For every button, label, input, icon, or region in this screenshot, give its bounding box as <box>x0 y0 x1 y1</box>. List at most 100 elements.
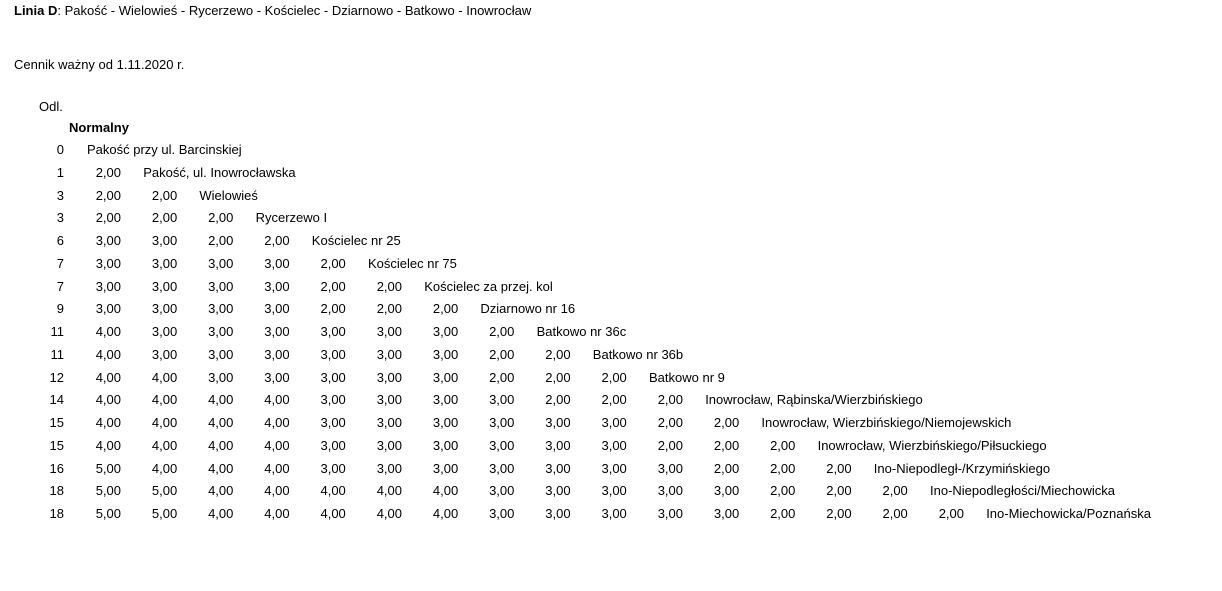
price-cell: 4,00 <box>151 460 178 476</box>
price-cell: 3,00 <box>320 460 346 476</box>
price-cell: 4,00 <box>95 415 121 430</box>
price-cell: 4,00 <box>376 506 402 521</box>
price-cell: 4,00 <box>95 324 121 339</box>
price-cell: 3,00 <box>545 483 571 499</box>
price-cell: 3,00 <box>657 460 683 476</box>
stop-name-cell: Rycerzewo I <box>255 210 328 226</box>
price-cell: 2,00 <box>770 483 796 499</box>
price-cell: 3,00 <box>208 324 234 339</box>
price-cell: 2,00 <box>770 460 796 476</box>
distance-cell: 14 <box>49 392 64 408</box>
price-cell: 2,00 <box>826 506 852 521</box>
price-cell: 4,00 <box>376 483 402 499</box>
stop-name-cell: Batkowo nr 36b <box>592 346 684 362</box>
price-cell: 2,00 <box>713 460 740 476</box>
price-cell: 2,00 <box>657 437 683 453</box>
price-cell: 5,00 <box>95 460 121 476</box>
price-cell: 2,00 <box>826 483 852 499</box>
price-cell: 5,00 <box>95 506 121 521</box>
stop-name-cell: Kościelec nr 75 <box>368 255 457 271</box>
price-cell: 3,00 <box>601 437 627 453</box>
price-cell: 2,00 <box>151 187 178 203</box>
price-cell: 4,00 <box>320 483 346 499</box>
price-cell: 3,00 <box>601 506 627 521</box>
price-cell: 3,00 <box>151 233 178 248</box>
distance-cell: 15 <box>49 415 64 430</box>
distance-cell: 18 <box>49 506 64 521</box>
price-cell: 3,00 <box>657 483 683 499</box>
price-cell: 4,00 <box>264 437 290 453</box>
distance-cell: 11 <box>50 346 65 362</box>
price-cell: 4,00 <box>264 415 290 430</box>
price-cell: 2,00 <box>713 437 740 453</box>
stop-name-cell: Kościelec nr 25 <box>311 233 401 248</box>
price-cell: 3,00 <box>376 369 402 385</box>
price-cell: 2,00 <box>657 415 683 430</box>
price-cell: 2,00 <box>208 233 234 248</box>
price-cell: 3,00 <box>320 437 346 453</box>
price-cell: 3,00 <box>95 255 121 271</box>
price-cell: 2,00 <box>826 460 852 476</box>
price-cell: 2,00 <box>770 437 796 453</box>
price-cell: 2,00 <box>489 369 515 385</box>
price-cell: 4,00 <box>264 392 290 408</box>
price-cell: 2,00 <box>95 187 121 203</box>
price-cell: 3,00 <box>208 278 234 294</box>
price-cell: 3,00 <box>264 278 290 294</box>
price-cell: 3,00 <box>95 278 121 294</box>
price-cell: 2,00 <box>938 506 964 521</box>
price-cell: 2,00 <box>489 324 515 339</box>
price-cell: 3,00 <box>601 415 627 430</box>
price-cell: 3,00 <box>151 278 178 294</box>
stop-name-cell: Dziarnowo nr 16 <box>480 301 576 317</box>
price-cell: 3,00 <box>208 346 234 362</box>
price-cell: 3,00 <box>432 369 459 385</box>
price-cell: 4,00 <box>264 460 290 476</box>
distance-cell: 1 <box>56 164 64 180</box>
price-cell: 3,00 <box>489 415 515 430</box>
price-cell: 3,00 <box>489 483 515 499</box>
price-cell: 2,00 <box>264 233 290 248</box>
price-cell: 3,00 <box>208 255 234 271</box>
distance-cell: 3 <box>56 210 64 226</box>
price-cell: 3,00 <box>320 324 346 339</box>
price-cell: 3,00 <box>432 460 459 476</box>
price-cell: 3,00 <box>376 415 402 430</box>
stop-name-cell: Ino-Niepodległ-/Krzymińskiego <box>873 460 1051 476</box>
stop-name-cell: Ino-Miechowicka/Poznańska <box>986 506 1151 521</box>
price-cell: 3,00 <box>320 369 346 385</box>
price-cell: 2,00 <box>376 278 402 294</box>
price-cell: 3,00 <box>95 301 121 317</box>
distance-cell: 11 <box>50 324 65 339</box>
stop-name-cell: Inowrocław, Rąbinska/Wierzbińskiego <box>705 392 923 408</box>
stop-name-cell: Batkowo nr 9 <box>649 369 725 385</box>
price-cell: 3,00 <box>264 369 290 385</box>
price-cell: 3,00 <box>601 483 627 499</box>
price-cell: 2,00 <box>95 164 121 180</box>
price-cell: 2,00 <box>151 210 178 226</box>
price-cell: 2,00 <box>545 346 571 362</box>
distance-cell: 18 <box>49 483 64 499</box>
stop-name-cell: Kościelec za przej. kol <box>424 278 553 294</box>
price-cell: 4,00 <box>320 506 346 521</box>
price-cell: 5,00 <box>95 483 121 499</box>
price-cell: 3,00 <box>264 324 290 339</box>
distance-cell: 12 <box>49 369 64 385</box>
price-cell: 3,00 <box>151 255 178 271</box>
price-cell: 2,00 <box>489 346 515 362</box>
price-cell: 3,00 <box>208 301 234 317</box>
price-cell: 4,00 <box>151 369 178 385</box>
price-cell: 3,00 <box>545 415 571 430</box>
price-cell: 2,00 <box>713 415 740 430</box>
price-cell: 3,00 <box>151 301 178 317</box>
distance-cell: 0 <box>56 142 64 157</box>
price-cell: 2,00 <box>95 210 121 226</box>
price-cell: 3,00 <box>376 346 402 362</box>
price-cell: 2,00 <box>882 483 908 499</box>
price-cell: 3,00 <box>320 392 346 408</box>
price-cell: 2,00 <box>601 369 627 385</box>
price-cell: 2,00 <box>545 392 571 408</box>
price-cell: 3,00 <box>376 324 402 339</box>
distance-cell: 15 <box>49 437 64 453</box>
price-cell: 3,00 <box>208 369 234 385</box>
